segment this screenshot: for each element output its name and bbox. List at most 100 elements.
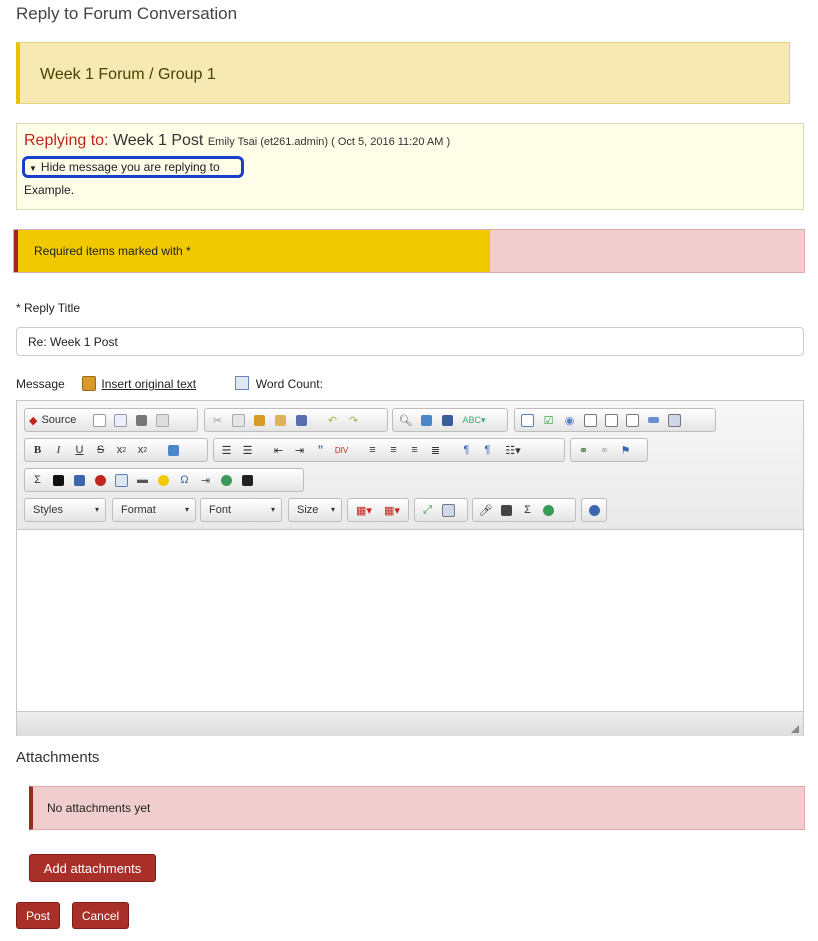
media-icon[interactable]	[48, 470, 69, 490]
info-icon[interactable]	[584, 500, 604, 520]
caret-down-icon: ▼	[29, 164, 37, 173]
required-notice-text: Required items marked with *	[34, 244, 191, 258]
youtube-icon[interactable]	[237, 470, 258, 490]
numbered-list-icon[interactable]: ☰	[216, 440, 237, 460]
templates-icon[interactable]	[152, 410, 173, 430]
maximize-icon[interactable]: ⤢	[417, 500, 438, 520]
paste-text-icon[interactable]	[270, 410, 291, 430]
reply-title-input[interactable]	[16, 327, 804, 356]
plugin-icon[interactable]	[538, 500, 559, 520]
styles-dropdown[interactable]: Styles ▾	[24, 498, 106, 522]
bg-color-icon[interactable]: ▦▾	[378, 500, 406, 520]
page-title: Reply to Forum Conversation	[16, 4, 238, 23]
toolbar-group-forms: ☑ ◉	[514, 408, 716, 432]
button-field-icon[interactable]	[643, 410, 664, 430]
size-dropdown-label: Size	[297, 504, 319, 516]
indent-icon[interactable]: ⇥	[289, 440, 310, 460]
video-icon[interactable]	[496, 500, 517, 520]
separator	[153, 440, 163, 460]
select-all-icon[interactable]	[437, 410, 458, 430]
select-field-icon[interactable]	[622, 410, 643, 430]
textfield-icon[interactable]	[580, 410, 601, 430]
redo-icon[interactable]: ↷	[343, 410, 364, 430]
remove-format-icon[interactable]	[163, 440, 184, 460]
copy-icon[interactable]	[228, 410, 249, 430]
subscript-icon[interactable]: x2	[111, 440, 132, 460]
page-break-icon[interactable]: ⇥	[195, 470, 216, 490]
special-char-icon[interactable]: Ω	[174, 470, 195, 490]
find-icon[interactable]: 🔍︎	[395, 410, 416, 430]
smiley-icon[interactable]	[153, 470, 174, 490]
bold-icon[interactable]: B	[27, 440, 48, 460]
superscript-icon[interactable]: x2	[132, 440, 153, 460]
cut-icon[interactable]: ✂	[207, 410, 228, 430]
add-attachments-button[interactable]: Add attachments	[29, 854, 156, 882]
image-button-icon[interactable]	[664, 410, 685, 430]
link-icon[interactable]: ⚭	[573, 440, 594, 460]
editor-content-area[interactable]	[17, 530, 803, 711]
bulleted-list-icon[interactable]: ☰	[237, 440, 258, 460]
hide-message-toggle[interactable]: ▼ Hide message you are replying to	[22, 156, 244, 178]
strikethrough-icon[interactable]: S	[90, 440, 111, 460]
textarea-icon[interactable]	[601, 410, 622, 430]
math-sigma-icon[interactable]: Σ	[27, 470, 48, 490]
separator	[258, 440, 268, 460]
underline-icon[interactable]: U	[69, 440, 90, 460]
word-count-icon	[235, 376, 250, 390]
align-center-icon[interactable]: ≡	[383, 440, 404, 460]
horizontal-rule-icon[interactable]: ▬	[132, 470, 153, 490]
undo-icon[interactable]: ↶	[322, 410, 343, 430]
spellcheck-icon[interactable]: ABC▾	[458, 410, 490, 430]
toolbar-group-editing: 🔍︎ ABC▾	[392, 408, 508, 432]
size-dropdown[interactable]: Size ▾	[288, 498, 342, 522]
toolbar-group-view: ⤢	[414, 498, 468, 522]
image-icon[interactable]	[69, 470, 90, 490]
preview-icon[interactable]	[110, 410, 131, 430]
source-icon: ◆	[29, 414, 38, 427]
audio-recorder-icon[interactable]: 🎤︎	[475, 500, 496, 520]
anchor-icon[interactable]: ⚑	[615, 440, 636, 460]
div-container-icon[interactable]: DIV	[331, 440, 352, 460]
blockquote-icon[interactable]: ”	[310, 440, 331, 460]
paste-icon[interactable]	[249, 410, 270, 430]
toolbar-group-links: ⚭ ⚭ ⚑	[570, 438, 648, 462]
language-icon[interactable]: ☷▾	[498, 440, 528, 460]
rtl-icon[interactable]: ¶	[477, 440, 498, 460]
align-right-icon[interactable]: ≡	[404, 440, 425, 460]
replace-icon[interactable]	[416, 410, 437, 430]
math-formula-icon[interactable]: Σ	[517, 500, 538, 520]
ltr-icon[interactable]: ¶	[456, 440, 477, 460]
paste-word-icon[interactable]	[291, 410, 312, 430]
reply-title-label: * Reply Title	[16, 301, 81, 315]
checkbox-icon[interactable]: ☑	[538, 410, 559, 430]
required-notice: Required items marked with *	[13, 229, 805, 273]
outdent-icon[interactable]: ⇤	[268, 440, 289, 460]
toolbar-group-paragraph: ☰ ☰ ⇤ ⇥ ” DIV ≡ ≡ ≡ ≣ ¶ ¶ ☷▾	[213, 438, 565, 462]
reply-context-box: Replying to: Week 1 Post Emily Tsai (et2…	[16, 123, 804, 210]
new-page-icon[interactable]	[89, 410, 110, 430]
resize-grip-icon[interactable]	[791, 725, 799, 733]
align-left-icon[interactable]: ≡	[362, 440, 383, 460]
source-button[interactable]: ◆ Source	[27, 410, 89, 430]
unlink-icon[interactable]: ⚭	[594, 440, 615, 460]
source-label: Source	[41, 414, 77, 426]
cancel-button[interactable]: Cancel	[72, 902, 129, 929]
post-button[interactable]: Post	[16, 902, 60, 929]
show-blocks-icon[interactable]	[438, 500, 459, 520]
table-icon[interactable]	[111, 470, 132, 490]
font-dropdown[interactable]: Font ▾	[200, 498, 282, 522]
styles-dropdown-label: Styles	[33, 504, 63, 516]
italic-icon[interactable]: I	[48, 440, 69, 460]
iframe-icon[interactable]	[216, 470, 237, 490]
radio-icon[interactable]: ◉	[559, 410, 580, 430]
toolbar-group-tools: 🎤︎ Σ	[472, 498, 576, 522]
editor-status-bar	[17, 711, 803, 736]
flash-icon[interactable]	[90, 470, 111, 490]
toolbar-group-basicstyles: B I U S x2 x2	[24, 438, 208, 462]
text-color-icon[interactable]: ▦▾	[350, 500, 378, 520]
format-dropdown[interactable]: Format ▾	[112, 498, 196, 522]
print-icon[interactable]	[131, 410, 152, 430]
form-icon[interactable]	[517, 410, 538, 430]
justify-icon[interactable]: ≣	[425, 440, 446, 460]
insert-original-text-link[interactable]: Insert original text	[101, 377, 196, 391]
